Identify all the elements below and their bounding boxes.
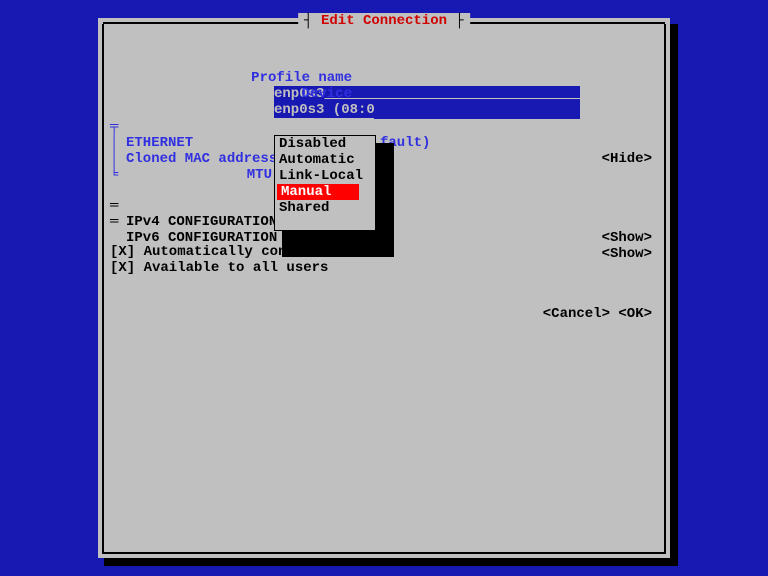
ok-button[interactable]: <OK>	[618, 306, 652, 322]
popup-item-shared[interactable]: Shared	[275, 200, 375, 216]
dialog-window: ┤ Edit Connection ├ Profile name enp0s3 …	[98, 18, 670, 558]
cloned-mac-input[interactable]	[374, 103, 580, 119]
frame-left	[102, 24, 104, 552]
popup-item-disabled[interactable]: Disabled	[275, 136, 375, 152]
device-label: Device	[302, 86, 352, 102]
popup-item-link-local[interactable]: Link-Local	[275, 168, 375, 184]
ipv4-mode-dropdown[interactable]: Disabled Automatic Link-Local Manual Sha…	[274, 135, 376, 231]
ethernet-bracket-end: ╘	[110, 167, 118, 183]
cancel-button[interactable]: <Cancel>	[543, 306, 610, 322]
mtu-label: MTU	[247, 167, 272, 183]
frame-right	[664, 24, 666, 552]
title-text: Edit Connection	[321, 13, 447, 29]
frame-bottom	[102, 552, 666, 554]
popup-item-manual[interactable]: Manual	[277, 184, 359, 200]
popup-item-automatic[interactable]: Automatic	[275, 152, 375, 168]
dialog-title: ┤ Edit Connection ├	[298, 13, 470, 29]
button-bar: <Cancel> <OK>	[476, 290, 652, 338]
content-area: Profile name enp0s3 Device enp0s3 (08:00…	[110, 38, 658, 548]
